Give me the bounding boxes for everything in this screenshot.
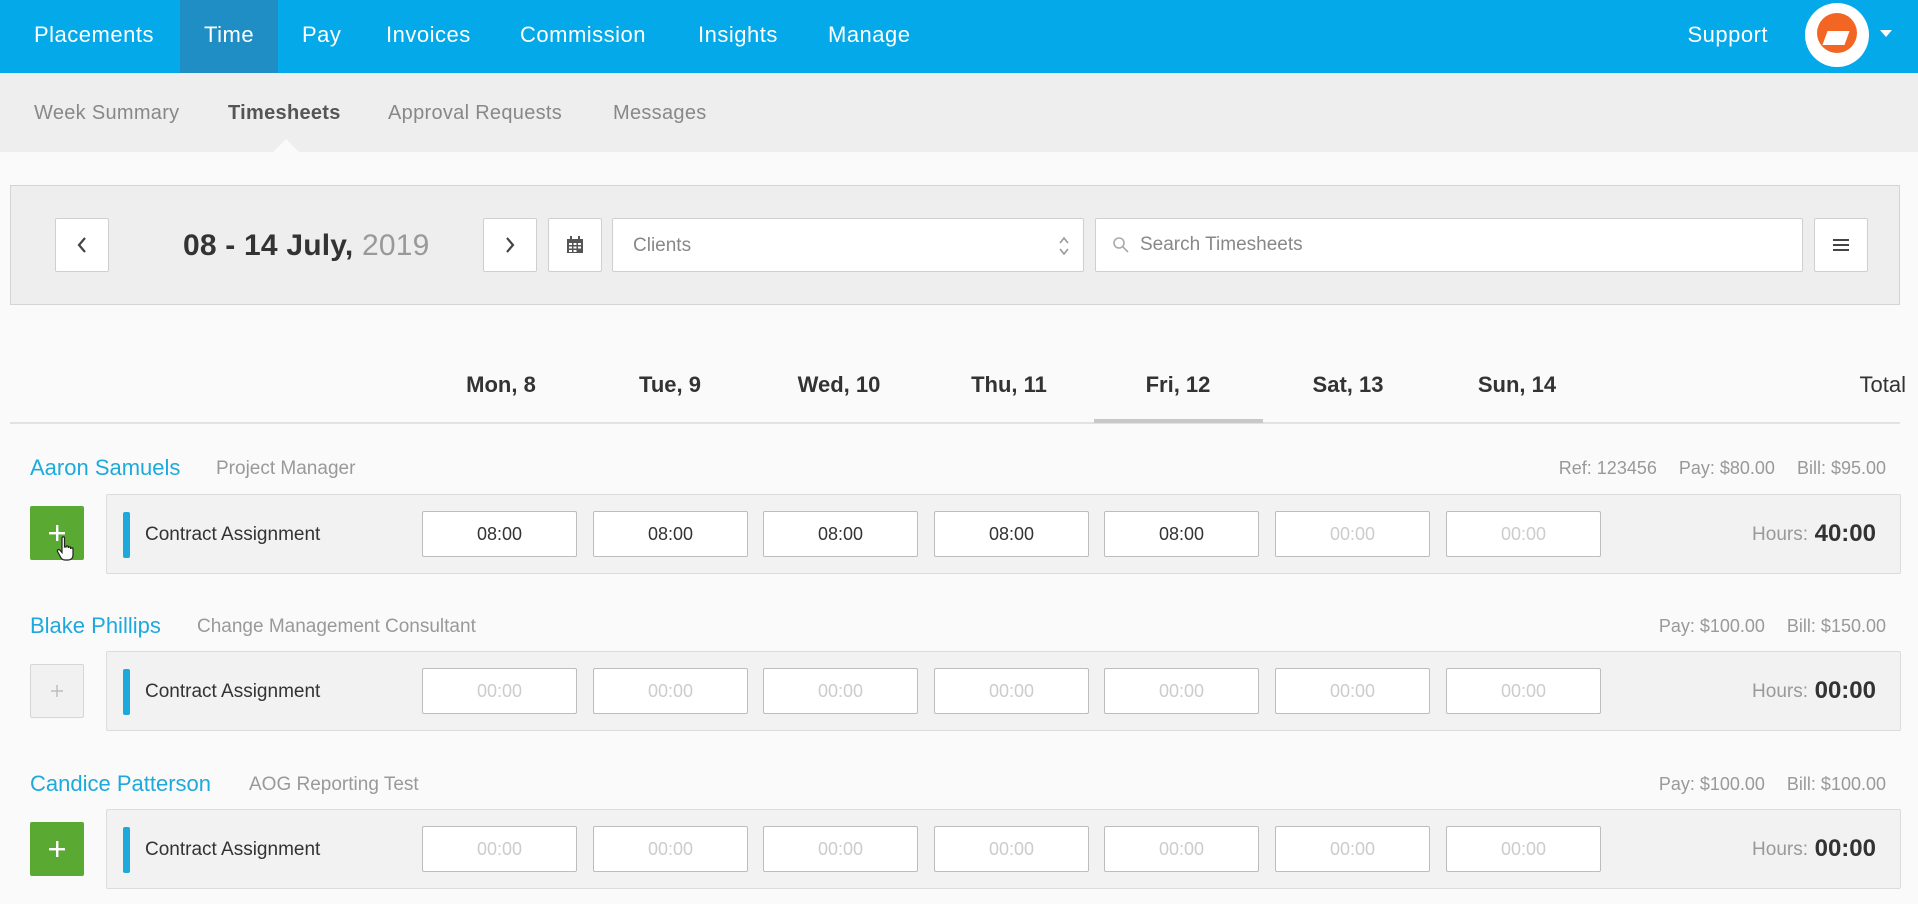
calendar-button[interactable]: [548, 218, 602, 272]
pay-rate: Pay: $80.00: [1678, 458, 1775, 478]
hours-label: Hours:: [1752, 681, 1808, 702]
person-role: Change Management Consultant: [197, 616, 476, 637]
person-name[interactable]: Blake Phillips: [30, 613, 161, 639]
time-cell-tue[interactable]: 00:00: [593, 668, 748, 714]
hours-total: 00:00: [1814, 835, 1876, 862]
search-icon: [1113, 237, 1129, 253]
time-cell-thu[interactable]: 00:00: [934, 668, 1089, 714]
person-role: AOG Reporting Test: [249, 774, 419, 795]
time-cell-thu[interactable]: 00:00: [934, 826, 1089, 872]
assignment-row: Contract Assignment 00:00 00:00 00:00 00…: [106, 809, 1901, 889]
person-name[interactable]: Aaron Samuels: [30, 455, 180, 481]
day-header-sun: Sun, 14: [1477, 372, 1557, 397]
time-cell-mon[interactable]: 08:00: [422, 511, 577, 557]
nav-insights[interactable]: Insights: [674, 0, 802, 73]
clients-select-label: Clients: [633, 235, 692, 256]
search-input[interactable]: [1140, 229, 1780, 261]
time-cell-wed[interactable]: 00:00: [763, 668, 918, 714]
plus-icon: [49, 841, 65, 857]
day-header-sat: Sat, 13: [1312, 372, 1384, 397]
bill-rate: Bill: $100.00: [1786, 774, 1886, 794]
day-header-tue: Tue, 9: [639, 372, 701, 397]
sort-updown-icon: [1059, 236, 1069, 256]
nav-placements[interactable]: Placements: [10, 0, 178, 73]
time-cell-thu[interactable]: 08:00: [934, 511, 1089, 557]
clients-select[interactable]: Clients: [612, 218, 1084, 272]
assignment-label: Contract Assignment: [145, 839, 321, 860]
tab-week-summary[interactable]: Week Summary: [34, 73, 180, 152]
time-cell-sat[interactable]: 00:00: [1275, 826, 1430, 872]
time-cell-fri[interactable]: 00:00: [1104, 668, 1259, 714]
nav-pay[interactable]: Pay: [278, 0, 365, 73]
time-cell-sat[interactable]: 00:00: [1275, 511, 1430, 557]
time-cell-mon[interactable]: 00:00: [422, 826, 577, 872]
time-cell-sat[interactable]: 00:00: [1275, 668, 1430, 714]
day-header-wed: Wed, 10: [797, 372, 881, 397]
bill-rate: Bill: $95.00: [1796, 458, 1886, 478]
person-name[interactable]: Candice Patterson: [30, 771, 211, 797]
hours-total: 00:00: [1814, 677, 1876, 704]
assignment-color-bar: [123, 669, 130, 715]
day-header-mon: Mon, 8: [466, 372, 536, 397]
chevron-left-icon: [77, 237, 86, 253]
time-cell-fri[interactable]: 08:00: [1104, 511, 1259, 557]
next-week-button[interactable]: [483, 218, 537, 272]
hand-cursor-icon: [56, 536, 74, 561]
time-cell-wed[interactable]: 00:00: [763, 826, 918, 872]
hours-total: 40:00: [1814, 520, 1876, 547]
header-divider: [10, 422, 1900, 424]
ref-value: Ref: 123456: [1558, 458, 1657, 478]
time-cell-tue[interactable]: 00:00: [593, 826, 748, 872]
previous-week-button[interactable]: [55, 218, 109, 272]
person-rates: Ref: 123456 Pay: $80.00 Bill: $95.00: [1537, 458, 1886, 479]
timesheet-toolbar: 08 - 14 July, 2019 Clients: [10, 185, 1900, 305]
assignment-label: Contract Assignment: [145, 524, 321, 545]
assignment-color-bar: [123, 512, 130, 558]
time-cell-mon[interactable]: 00:00: [422, 668, 577, 714]
top-navigation: Placements Time Pay Invoices Commission …: [0, 0, 1918, 73]
time-cell-fri[interactable]: 00:00: [1104, 826, 1259, 872]
day-header-fri: Fri, 12: [1145, 372, 1211, 397]
tab-messages[interactable]: Messages: [613, 73, 707, 152]
menu-button[interactable]: [1814, 218, 1868, 272]
search-timesheets: [1095, 218, 1803, 272]
nav-commission[interactable]: Commission: [496, 0, 670, 73]
assignment-color-bar: [123, 827, 130, 873]
chevron-right-icon: [506, 237, 515, 253]
nav-support[interactable]: Support: [1687, 0, 1768, 73]
time-cell-sun[interactable]: 00:00: [1446, 511, 1601, 557]
add-assignment-button[interactable]: [30, 822, 84, 876]
plus-icon: [51, 685, 63, 697]
nav-manage[interactable]: Manage: [804, 0, 935, 73]
time-cell-sun[interactable]: 00:00: [1446, 668, 1601, 714]
bill-rate: Bill: $150.00: [1786, 616, 1886, 636]
active-tab-pointer: [272, 139, 300, 153]
time-cell-sun[interactable]: 00:00: [1446, 826, 1601, 872]
week-date-range: 08 - 14 July, 2019: [183, 229, 430, 262]
nav-invoices[interactable]: Invoices: [362, 0, 495, 73]
person-role: Project Manager: [216, 458, 356, 479]
tab-approval-requests[interactable]: Approval Requests: [388, 73, 562, 152]
assignment-row: Contract Assignment 08:00 08:00 08:00 08…: [106, 494, 1901, 574]
pay-rate: Pay: $100.00: [1658, 774, 1765, 794]
hours-label: Hours:: [1752, 839, 1808, 860]
calendar-icon: [567, 236, 583, 253]
chevron-down-icon[interactable]: [1880, 30, 1892, 37]
total-header: Total: [1859, 372, 1906, 397]
hours-label: Hours:: [1752, 524, 1808, 545]
pay-rate: Pay: $100.00: [1658, 616, 1765, 636]
person-rates: Pay: $100.00 Bill: $100.00: [1637, 774, 1886, 795]
time-cell-wed[interactable]: 08:00: [763, 511, 918, 557]
active-day-underline: [1094, 419, 1263, 423]
assignment-row: Contract Assignment 00:00 00:00 00:00 00…: [106, 651, 1901, 731]
nav-time[interactable]: Time: [180, 0, 279, 73]
user-avatar-icon[interactable]: [1805, 3, 1869, 67]
day-header-thu: Thu, 11: [971, 372, 1047, 397]
assignment-label: Contract Assignment: [145, 681, 321, 702]
time-cell-tue[interactable]: 08:00: [593, 511, 748, 557]
person-rates: Pay: $100.00 Bill: $150.00: [1637, 616, 1886, 637]
hamburger-menu-icon: [1833, 239, 1849, 251]
add-assignment-button[interactable]: [30, 664, 84, 718]
